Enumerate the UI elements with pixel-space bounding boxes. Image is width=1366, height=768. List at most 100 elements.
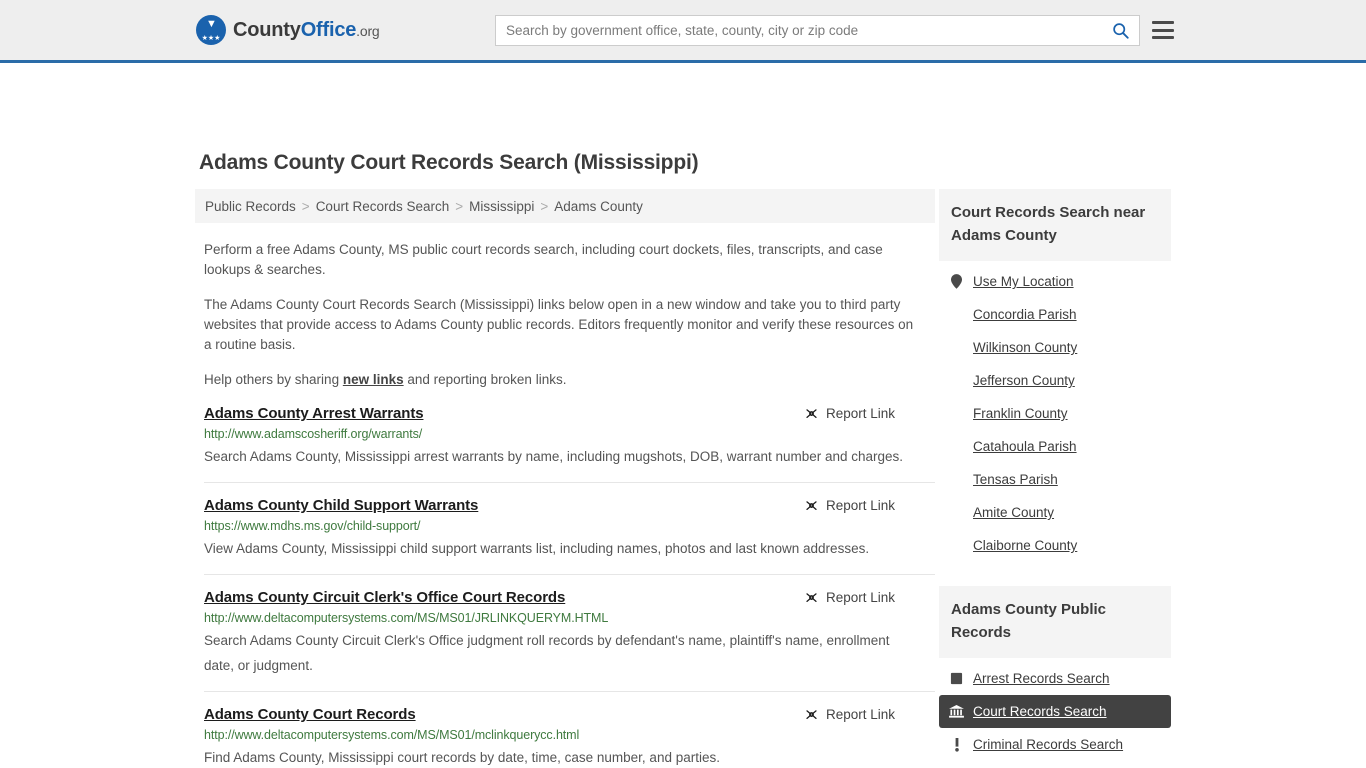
main-column: Public Records > Court Records Search > Miss… [195, 189, 935, 768]
report-link-button[interactable]: Report Link [804, 498, 935, 513]
breadcrumb-separator: > [301, 198, 310, 214]
intro-paragraph-1: Perform a free Adams County, MS public c… [204, 242, 883, 277]
nearby-item[interactable]: Use My Location [939, 265, 1171, 298]
result-header: Adams County Circuit Clerk's Office Cour… [204, 589, 935, 606]
intro-p3-before: Help others by sharing [204, 372, 343, 387]
content-columns: Public Records > Court Records Search > Miss… [0, 189, 1366, 768]
nearby-item[interactable]: Claiborne County [939, 529, 1171, 562]
report-link-label: Report Link [825, 498, 895, 513]
county-office-logo-icon: ▼ ★★★ [196, 15, 226, 45]
nearby-item[interactable]: Wilkinson County [939, 331, 1171, 364]
breadcrumb-item-4[interactable]: Adams County [554, 199, 643, 214]
result-description: Find Adams County, Mississippi court rec… [204, 750, 720, 765]
exclamation-icon [949, 737, 964, 752]
search-bar[interactable] [495, 14, 1140, 46]
report-link-label: Report Link [825, 406, 895, 421]
nearby-item[interactable]: Tensas Parish [939, 463, 1171, 496]
logo-tld: .org [356, 22, 380, 39]
result-title-link[interactable]: Adams County Arrest Warrants [204, 405, 424, 422]
result-url: http://www.deltacomputersystems.com/MS/M… [204, 728, 580, 742]
search-input[interactable] [496, 15, 1101, 45]
result-header: Adams County Court Records Report Link [204, 706, 935, 723]
result-title-link[interactable]: Adams County Court Records [204, 706, 416, 723]
fingerprint-icon [949, 672, 964, 685]
logo-prefix: County [233, 18, 301, 41]
logo-wordmark: CountyOffice.org [233, 19, 380, 42]
broken-link-icon [806, 409, 817, 418]
report-link-button[interactable]: Report Link [804, 590, 935, 605]
eagle-glyph: ▼ [206, 18, 217, 30]
nearby-item[interactable]: Concordia Parish [939, 298, 1171, 331]
nearby-item-label: Catahoula Parish [973, 439, 1077, 454]
nearby-item-label: Franklin County [973, 406, 1068, 421]
result-item: Adams County Circuit Clerk's Office Cour… [204, 575, 935, 692]
records-item-active[interactable]: Court Records Search [939, 695, 1171, 728]
hamburger-bar-2 [1152, 28, 1174, 32]
logo-bold: Office [300, 18, 357, 41]
nearby-list: Use My Location Concordia Parish Wilkinson… [939, 265, 1171, 562]
result-title-link[interactable]: Adams County Circuit Clerk's Office Cour… [204, 589, 565, 606]
breadcrumb-item-1[interactable]: Public Records [205, 199, 296, 214]
records-item-label: Arrest Records Search [973, 671, 1110, 686]
nearby-panel-heading: Court Records Search near Adams County [939, 189, 1171, 261]
records-item-label: Court Records Search [973, 704, 1107, 719]
nearby-item-label: Jefferson County [973, 373, 1075, 388]
records-item[interactable]: Driving Records Search [939, 761, 1171, 768]
hamburger-bar-1 [1152, 21, 1174, 24]
results-list: Adams County Arrest Warrants Report Link h… [195, 405, 935, 768]
site-header: ▼ ★★★ CountyOffice.org [0, 0, 1366, 63]
result-item: Adams County Arrest Warrants Report Link h… [204, 405, 935, 483]
sidebar-column: Court Records Search near Adams County U… [939, 189, 1171, 768]
result-header: Adams County Child Support Warrants Repor… [204, 497, 935, 514]
breadcrumb: Public Records > Court Records Search > Miss… [195, 189, 935, 223]
nearby-item-label: Use My Location [973, 274, 1074, 289]
nearby-panel: Court Records Search near Adams County U… [939, 189, 1171, 562]
intro-paragraph-2: The Adams County Court Records Search (M… [204, 297, 914, 352]
broken-link-icon [806, 501, 817, 510]
map-pin-icon [949, 274, 964, 289]
public-records-panel-heading: Adams County Public Records [939, 586, 1171, 658]
breadcrumb-item-3[interactable]: Mississippi [469, 199, 534, 214]
intro-section: Perform a free Adams County, MS public c… [195, 240, 935, 390]
report-link-button[interactable]: Report Link [804, 406, 935, 421]
broken-link-icon [806, 710, 817, 719]
page-title: Adams County Court Records Search (Missi… [199, 151, 699, 174]
public-records-panel: Adams County Public Records Arrest Recor… [939, 586, 1171, 768]
nearby-item[interactable]: Catahoula Parish [939, 430, 1171, 463]
result-url: https://www.mdhs.ms.gov/child-support/ [204, 519, 421, 533]
nearby-item[interactable]: Jefferson County [939, 364, 1171, 397]
breadcrumb-item-2[interactable]: Court Records Search [316, 199, 450, 214]
breadcrumb-separator: > [455, 198, 464, 214]
nearby-item[interactable]: Franklin County [939, 397, 1171, 430]
result-url: http://www.deltacomputersystems.com/MS/M… [204, 611, 609, 625]
result-item: Adams County Child Support Warrants Repor… [204, 483, 935, 575]
records-item[interactable]: Arrest Records Search [939, 662, 1171, 695]
records-item[interactable]: Criminal Records Search [939, 728, 1171, 761]
nearby-item-label: Concordia Parish [973, 307, 1077, 322]
result-title-link[interactable]: Adams County Child Support Warrants [204, 497, 478, 514]
new-links-link[interactable]: new links [343, 372, 404, 387]
report-link-button[interactable]: Report Link [804, 707, 935, 722]
page-body: Adams County Court Records Search (Missi… [0, 63, 1366, 765]
nearby-item-label: Claiborne County [973, 538, 1078, 553]
report-link-label: Report Link [825, 590, 895, 605]
hamburger-menu-icon[interactable] [1152, 21, 1174, 39]
search-button[interactable] [1101, 16, 1139, 45]
records-item-label: Criminal Records Search [973, 737, 1124, 752]
search-icon [1112, 22, 1129, 39]
report-link-label: Report Link [825, 707, 895, 722]
nearby-item-label: Tensas Parish [973, 472, 1058, 487]
result-description: View Adams County, Mississippi child sup… [204, 541, 870, 556]
site-logo[interactable]: ▼ ★★★ CountyOffice.org [196, 15, 380, 45]
nearby-item-label: Wilkinson County [973, 340, 1078, 355]
result-description: Search Adams County, Mississippi arrest … [204, 449, 904, 464]
breadcrumb-separator: > [540, 198, 549, 214]
intro-p3-after: and reporting broken links. [403, 372, 567, 387]
public-records-list: Arrest Records Search Court Records Searc… [939, 662, 1171, 768]
intro-paragraph-3: Help others by sharing new links and rep… [204, 370, 916, 390]
nearby-item[interactable]: Amite County [939, 496, 1171, 529]
result-description: Search Adams County Circuit Clerk's Offi… [204, 633, 890, 673]
hamburger-bar-3 [1152, 36, 1174, 39]
stars-glyph: ★★★ [201, 35, 221, 42]
nearby-item-label: Amite County [973, 505, 1055, 520]
